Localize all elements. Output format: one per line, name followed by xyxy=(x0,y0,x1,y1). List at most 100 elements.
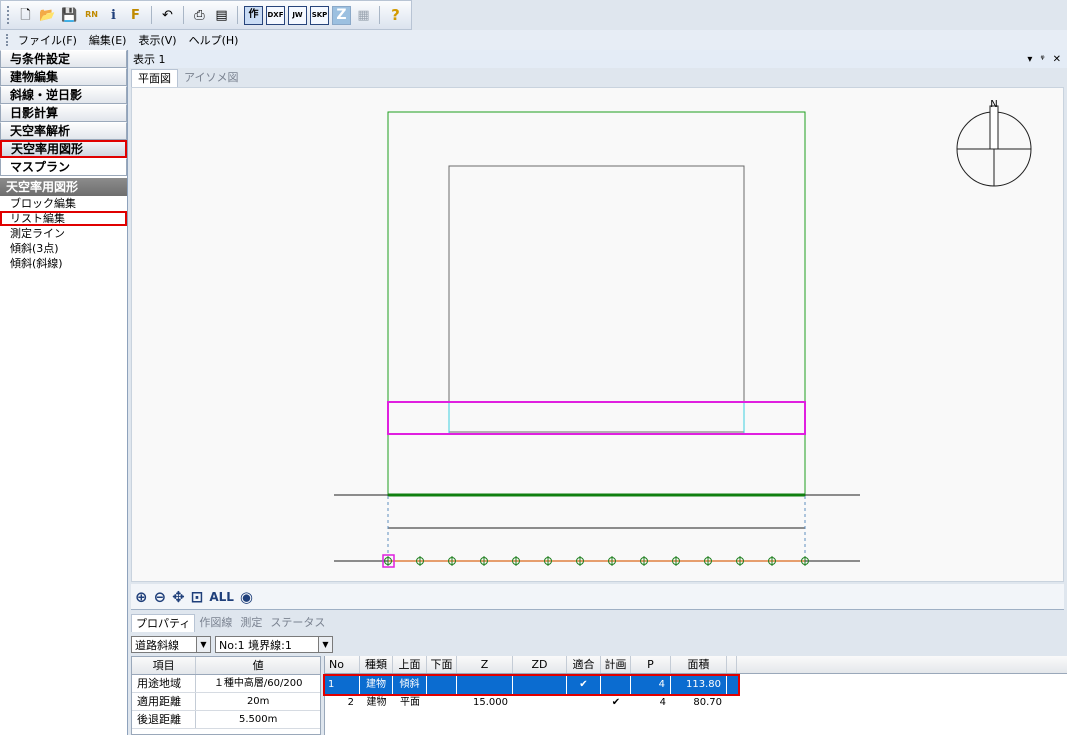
layout-icon[interactable]: ▤ xyxy=(212,6,231,25)
z-button[interactable]: Z xyxy=(332,5,351,25)
info-icon[interactable]: i xyxy=(104,6,123,25)
sidebar-item-slope-line[interactable]: 傾斜(斜線) xyxy=(0,256,127,271)
new-file-icon[interactable]: 🗋 xyxy=(16,6,35,25)
cell-p[interactable]: 4 xyxy=(631,676,671,694)
selected-block[interactable] xyxy=(387,401,806,435)
cell-z[interactable] xyxy=(457,676,513,694)
dxf-button[interactable]: DXF xyxy=(266,5,285,25)
site-boundary[interactable] xyxy=(387,111,806,497)
chevron-down-icon[interactable]: ▼ xyxy=(318,637,332,652)
cell-plan-checkbox[interactable] xyxy=(601,676,631,694)
column-header-no[interactable]: No xyxy=(325,656,360,673)
sidebar-item-block-edit[interactable]: ブロック編集 xyxy=(0,196,127,211)
zoom-out-icon[interactable]: ⊖ xyxy=(154,588,167,606)
cell-z[interactable]: 15.000 xyxy=(457,694,513,712)
column-header-area[interactable]: 面積 xyxy=(671,656,727,673)
close-icon[interactable]: ✕ xyxy=(1053,54,1061,65)
undo-icon[interactable]: ↶ xyxy=(158,6,177,25)
zoom-all-button[interactable]: ALL xyxy=(209,590,234,604)
category-mass-plan[interactable]: マスプラン xyxy=(0,158,127,176)
cell-kind[interactable]: 建物 xyxy=(360,676,393,694)
tab-properties[interactable]: プロパティ xyxy=(131,614,196,632)
category-setback-shadow[interactable]: 斜線・逆日影 xyxy=(0,86,127,104)
menu-view[interactable]: 表示(V) xyxy=(132,32,182,48)
pan-icon[interactable]: ✥ xyxy=(172,588,185,606)
column-header-p[interactable]: P xyxy=(631,656,671,673)
cell-no[interactable]: 2 xyxy=(325,694,360,712)
pin-icon[interactable]: ᵠ xyxy=(1040,54,1044,65)
property-value[interactable]: １種中高層/60/200 xyxy=(196,675,320,692)
property-row[interactable]: 後退距離 5.500m xyxy=(132,711,320,729)
table-row-selected[interactable]: 1 建物 傾斜 ✔ 4 113.80 xyxy=(323,674,740,696)
building-icon[interactable]: ▦ xyxy=(354,6,373,25)
column-header-fit[interactable]: 適合 xyxy=(567,656,601,673)
menu-help[interactable]: ヘルプ(H) xyxy=(183,32,245,48)
skp-button[interactable]: SKP xyxy=(310,5,329,25)
help-icon[interactable]: ? xyxy=(386,6,405,25)
font-icon[interactable]: F xyxy=(126,6,145,25)
plan-drawing[interactable]: N xyxy=(132,88,1065,583)
dropdown-icon[interactable]: ▾ xyxy=(1027,54,1032,65)
property-value[interactable]: 5.500m xyxy=(196,711,320,728)
save-rn-icon[interactable]: RN xyxy=(82,6,101,25)
zoom-in-icon[interactable]: ⊕ xyxy=(135,588,148,606)
category-conditions[interactable]: 与条件設定 xyxy=(0,50,127,68)
column-header-plan[interactable]: 計画 xyxy=(601,656,631,673)
cell-p[interactable]: 4 xyxy=(631,694,671,712)
cell-bottom[interactable] xyxy=(427,676,457,694)
save-icon[interactable]: 💾 xyxy=(60,6,79,25)
cell-fit-checkbox[interactable] xyxy=(567,694,601,712)
draw-mode-button[interactable]: 作 xyxy=(244,5,263,25)
boundary-select[interactable]: No:1 境界線:1 ▼ xyxy=(215,636,333,653)
chevron-down-icon[interactable]: ▼ xyxy=(196,637,210,652)
column-header-item[interactable]: 項目 xyxy=(132,657,197,674)
category-sky-analysis[interactable]: 天空率解析 xyxy=(0,122,127,140)
cell-top[interactable]: 傾斜 xyxy=(393,676,427,694)
column-header-value[interactable]: 値 xyxy=(196,657,320,674)
cell-zd[interactable] xyxy=(513,676,567,694)
tab-status[interactable]: ステータス xyxy=(266,614,329,632)
sidebar-item-list-edit[interactable]: リスト編集 xyxy=(0,211,127,226)
print-icon[interactable]: ⎙ xyxy=(190,6,209,25)
cell-zd[interactable] xyxy=(513,694,567,712)
tab-construction-lines[interactable]: 作図線 xyxy=(195,614,236,632)
menubar-grip[interactable] xyxy=(6,34,9,46)
cell-no[interactable]: 1 xyxy=(325,676,360,694)
drawing-canvas[interactable]: N xyxy=(131,87,1064,582)
tab-plan[interactable]: 平面図 xyxy=(131,69,178,87)
toolbar-grip[interactable] xyxy=(7,6,10,24)
cell-area[interactable]: 80.70 xyxy=(671,694,727,712)
cell-area[interactable]: 113.80 xyxy=(671,676,727,694)
eye-icon[interactable]: ◉ xyxy=(240,588,253,606)
open-folder-icon[interactable]: 📂 xyxy=(38,6,57,25)
column-header-bottom[interactable]: 下面 xyxy=(427,656,457,673)
cell-bottom[interactable] xyxy=(427,694,457,712)
cell-plan-checkbox[interactable]: ✔ xyxy=(601,694,631,712)
property-row[interactable]: 用途地域 １種中高層/60/200 xyxy=(132,675,320,693)
menu-edit[interactable]: 編集(E) xyxy=(83,32,133,48)
column-header-zd[interactable]: ZD xyxy=(513,656,567,673)
cell-fit-checkbox[interactable]: ✔ xyxy=(567,676,601,694)
cell-top[interactable]: 平面 xyxy=(393,694,427,712)
zoom-window-icon[interactable]: ⊡ xyxy=(191,588,204,606)
property-value[interactable]: 20m xyxy=(196,693,320,710)
property-key: 適用距離 xyxy=(132,693,197,710)
property-row[interactable]: 適用距離 20m xyxy=(132,693,320,711)
jw-button[interactable]: JW xyxy=(288,5,307,25)
tab-isometric[interactable]: アイソメ図 xyxy=(178,69,244,87)
column-header-top[interactable]: 上面 xyxy=(393,656,427,673)
sidebar-item-slope-3pt[interactable]: 傾斜(3点) xyxy=(0,241,127,256)
category-sky-figures[interactable]: 天空率用図形 xyxy=(0,140,127,158)
type-select[interactable]: 道路斜線 ▼ xyxy=(131,636,211,653)
category-shadow-calc[interactable]: 日影計算 xyxy=(0,104,127,122)
tab-measure[interactable]: 測定 xyxy=(236,614,266,632)
building-outline[interactable] xyxy=(448,165,745,433)
column-header-z[interactable]: Z xyxy=(457,656,513,673)
cell-kind[interactable]: 建物 xyxy=(360,694,393,712)
table-row[interactable]: 2 建物 平面 15.000 ✔ 4 80.70 xyxy=(325,694,738,712)
sidebar-item-measure-line[interactable]: 測定ライン xyxy=(0,226,127,241)
category-building-edit[interactable]: 建物編集 xyxy=(0,68,127,86)
column-header-kind[interactable]: 種類 xyxy=(360,656,393,673)
menu-file[interactable]: ファイル(F) xyxy=(12,32,83,48)
toolbar-separator xyxy=(151,6,152,24)
